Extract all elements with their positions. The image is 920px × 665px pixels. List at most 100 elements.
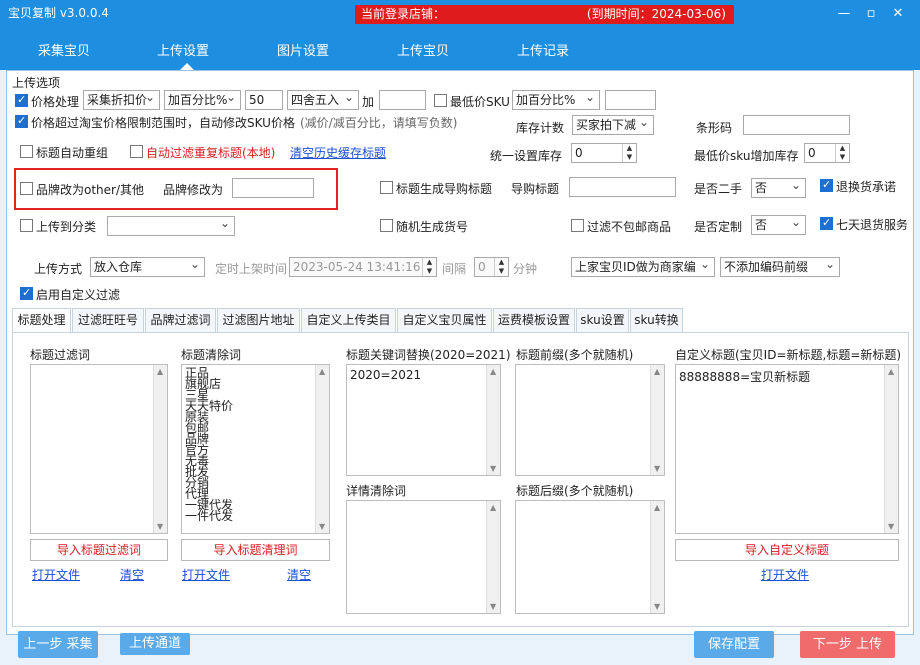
min-sku-stock-input[interactable]: 0 ▲ ▼: [804, 143, 850, 163]
merchant-code-select[interactable]: 上家宝贝ID做为商家编: [571, 257, 715, 277]
scrollbar[interactable]: ▲ ▼: [153, 365, 167, 533]
interval-input[interactable]: 0 ▲ ▼: [474, 257, 509, 277]
import-filter-words-button[interactable]: 导入标题过滤词: [30, 539, 168, 561]
import-custom-title-button[interactable]: 导入自定义标题: [675, 539, 899, 561]
custom-made-label: 是否定制: [694, 220, 743, 234]
detail-clear-list[interactable]: ▲ ▼: [346, 500, 501, 614]
tab-collect[interactable]: 采集宝贝: [38, 40, 90, 59]
title-guide-label: 标题生成导购标题: [396, 182, 493, 196]
subtab-brand[interactable]: 品牌过滤词: [145, 308, 216, 332]
spin-arrows-icon[interactable]: ▲ ▼: [835, 144, 849, 162]
save-config-button[interactable]: 保存配置: [694, 631, 774, 658]
filter-words-list[interactable]: ▲ ▼: [30, 364, 168, 534]
auto-title-reorg-checkbox[interactable]: [20, 145, 33, 158]
subtab-attributes[interactable]: 自定义宝贝属性: [397, 308, 492, 332]
title-prefix-label: 标题前缀(多个就随机): [516, 348, 634, 362]
maximize-icon[interactable]: ▫: [863, 6, 879, 22]
plus-value-input[interactable]: [379, 90, 426, 110]
spin-arrows-icon[interactable]: ▲ ▼: [622, 144, 636, 162]
filter-words-label: 标题过滤词: [30, 348, 91, 362]
title-prefix-list[interactable]: ▲ ▼: [515, 364, 665, 476]
subtab-category[interactable]: 自定义上传类目: [301, 308, 396, 332]
title-guide-checkbox[interactable]: [380, 181, 393, 194]
open-file-link[interactable]: 打开文件: [32, 566, 80, 583]
barcode-label: 条形码: [696, 121, 733, 135]
import-clean-words-button[interactable]: 导入标题清理词: [181, 539, 330, 561]
custom-title-value: 88888888=宝贝新标题: [679, 370, 811, 384]
keyword-replace-list[interactable]: 2020=2021 ▲ ▼: [346, 364, 501, 476]
brand-other-label: 品牌改为other/其他: [36, 183, 145, 197]
scrollbar[interactable]: ▲ ▼: [650, 501, 664, 613]
price-calc-select[interactable]: 加百分比%: [164, 90, 241, 110]
spin-arrows-icon[interactable]: ▲ ▼: [494, 258, 508, 276]
auto-filter-dup-checkbox[interactable]: [130, 145, 143, 158]
nav-bar: 采集宝贝 上传设置 图片设置 上传宝贝 上传记录: [0, 30, 920, 70]
open-file-link[interactable]: 打开文件: [182, 566, 230, 583]
scrollbar[interactable]: ▲ ▼: [486, 501, 500, 613]
custom-filter-label: 启用自定义过滤: [36, 288, 121, 302]
second-hand-select[interactable]: 否: [751, 178, 806, 198]
auto-fix-sku-checkbox[interactable]: [15, 114, 28, 128]
custom-made-select[interactable]: 否: [751, 215, 806, 235]
spin-arrows-icon[interactable]: ▲ ▼: [422, 258, 436, 276]
subtab-wangwang[interactable]: 过滤旺旺号: [72, 308, 144, 332]
upload-category-checkbox[interactable]: [20, 219, 33, 232]
scrollbar[interactable]: ▲ ▼: [884, 365, 898, 533]
custom-title-label: 自定义标题(宝贝ID=新标题,标题=新标题): [675, 348, 902, 362]
title-suffix-list[interactable]: ▲ ▼: [515, 500, 665, 614]
clear-history-link[interactable]: 清空历史缓存标题: [290, 144, 386, 161]
price-process-label: 价格处理: [31, 95, 80, 109]
tab-upload[interactable]: 上传宝贝: [397, 40, 449, 59]
clean-words-list[interactable]: 正品 旗舰店 三星 天天特价 原装 包邮 品牌 官方 无毒 批发 分销 代理 一键代发 一件代发 ▲ ▼: [181, 364, 330, 534]
seven-day-return-checkbox[interactable]: [820, 216, 833, 230]
rounding-select[interactable]: 四舍五入: [287, 90, 359, 110]
upload-method-select[interactable]: 放入仓库: [90, 257, 205, 277]
subtab-sku-convert[interactable]: sku转换: [630, 308, 683, 332]
store-banner: 当前登录店铺： (到期时间：2024-03-06): [355, 5, 734, 24]
barcode-input[interactable]: [743, 115, 850, 135]
close-icon[interactable]: ✕: [890, 6, 906, 22]
prev-step-button[interactable]: 上一步 采集: [18, 631, 98, 658]
custom-title-list[interactable]: 88888888=宝贝新标题 ▲ ▼: [675, 364, 899, 534]
scrollbar[interactable]: ▲ ▼: [315, 365, 329, 533]
upload-category-select[interactable]: [107, 216, 235, 236]
price-process-checkbox[interactable]: [15, 93, 28, 107]
min-price-sku-checkbox[interactable]: [434, 94, 447, 107]
subtab-sku[interactable]: sku设置: [576, 308, 629, 332]
subtab-image-url[interactable]: 过滤图片地址: [217, 308, 300, 332]
open-file-link[interactable]: 打开文件: [761, 566, 809, 583]
price-value-input[interactable]: 50: [245, 90, 283, 110]
price-mode-select[interactable]: 采集折扣价: [83, 90, 160, 110]
next-step-button[interactable]: 下一步 上传: [800, 631, 895, 658]
brand-other-checkbox[interactable]: [20, 182, 33, 195]
tab-upload-settings[interactable]: 上传设置: [157, 40, 209, 59]
stock-count-select[interactable]: 买家拍下减: [572, 115, 654, 135]
detail-clear-label: 详情清除词: [346, 484, 407, 498]
scheduled-time-input[interactable]: 2023-05-24 13:41:16 ▲ ▼: [289, 257, 437, 277]
guide-title-input[interactable]: [569, 177, 676, 197]
plus-label: 加: [362, 95, 375, 109]
subtab-title[interactable]: 标题处理: [12, 308, 71, 332]
skip-no-free-ship-checkbox[interactable]: [571, 219, 584, 232]
return-commit-checkbox[interactable]: [820, 178, 833, 192]
auto-fix-sku-label: 价格超过淘宝价格限制范围时，自动修改SKU价格: [31, 116, 295, 130]
min-price-value-input[interactable]: [605, 90, 656, 110]
brand-change-input[interactable]: [232, 178, 314, 198]
tab-upload-log[interactable]: 上传记录: [517, 40, 569, 59]
code-prefix-select[interactable]: 不添加编码前缀: [720, 257, 840, 277]
custom-filter-checkbox[interactable]: [20, 286, 33, 300]
minimize-icon[interactable]: —: [836, 6, 852, 22]
clear-link[interactable]: 清空: [120, 566, 144, 583]
brand-change-label: 品牌修改为: [163, 183, 224, 197]
tab-image-settings[interactable]: 图片设置: [277, 40, 329, 59]
upload-channel-button[interactable]: 上传通道: [120, 633, 190, 655]
seven-day-return-label: 七天退货服务: [836, 218, 909, 232]
min-price-sku-label: 最低价SKU: [450, 95, 510, 109]
subtab-shipping[interactable]: 运费模板设置: [493, 308, 575, 332]
min-price-calc-select[interactable]: 加百分比%: [512, 90, 600, 110]
clear-link[interactable]: 清空: [287, 566, 311, 583]
scrollbar[interactable]: ▲ ▼: [650, 365, 664, 475]
random-sku-no-checkbox[interactable]: [380, 219, 393, 232]
unified-stock-input[interactable]: 0 ▲ ▼: [571, 143, 637, 163]
scrollbar[interactable]: ▲ ▼: [486, 365, 500, 475]
